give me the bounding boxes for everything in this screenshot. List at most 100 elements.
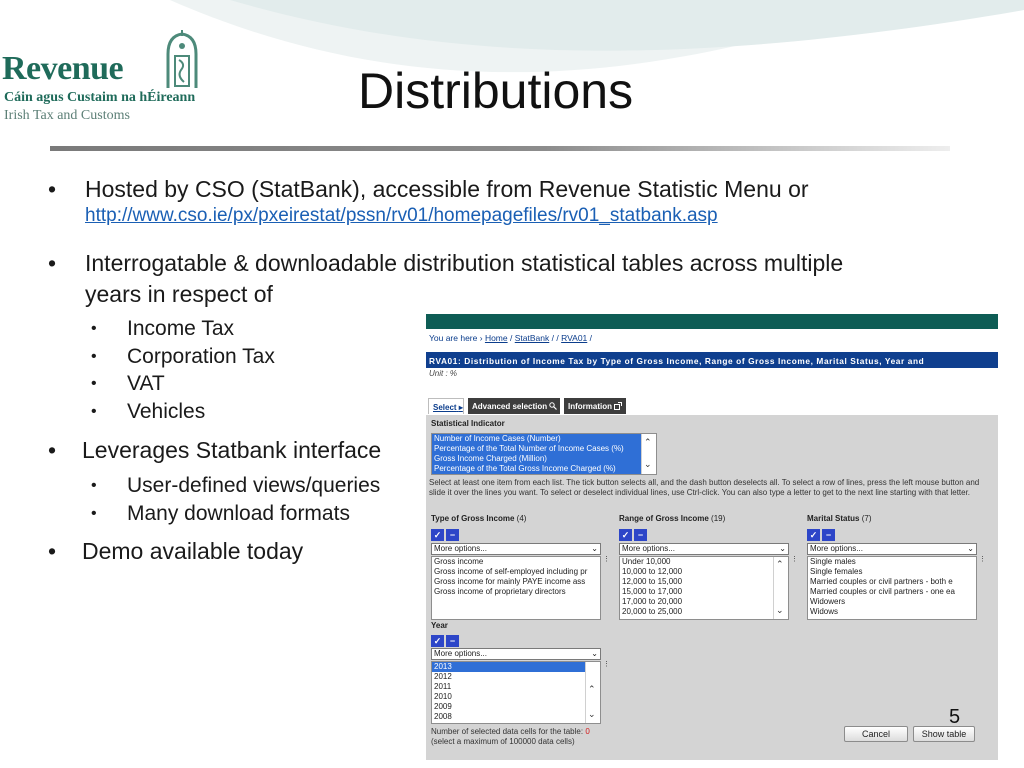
range-of-gross-income-list[interactable]: Under 10,000 10,000 to 12,000 12,000 to … [619, 556, 789, 620]
select-all-check-icon[interactable]: ✓ [431, 635, 444, 647]
list-scrollbar[interactable]: ⌃ ⌄ [641, 434, 656, 474]
chevron-down-icon[interactable]: ⌄ [776, 605, 784, 615]
variable-count: (4) [516, 514, 527, 523]
sub-bullet-vat: • VAT [91, 372, 165, 396]
variable-count: (7) [861, 514, 872, 523]
list-item[interactable]: Under 10,000 [620, 557, 788, 567]
bullet-leverages: • Leverages Statbank interface [48, 437, 381, 464]
grip-glyph: ⋮ [603, 661, 610, 668]
chevron-up-icon[interactable]: ⌃ [588, 684, 596, 694]
list-item[interactable]: Married couples or civil partners - both… [808, 577, 976, 587]
grip-glyph: ⋮ [791, 556, 798, 563]
list-item[interactable]: Gross income for mainly PAYE income ass [432, 577, 600, 587]
bullet-dot: • [48, 437, 57, 463]
chevron-up-icon[interactable]: ⌃ [776, 559, 784, 569]
dropdown-value: More options... [434, 649, 487, 658]
year-list[interactable]: 2013 2012 2011 2010 2009 2008 ⌃ ⌄ [431, 661, 601, 724]
chevron-down-icon: ⌄ [779, 544, 786, 553]
list-item[interactable]: Percentage of the Total Gross Income Cha… [432, 464, 656, 474]
statistical-indicator-list[interactable]: Number of Income Cases (Number) Percenta… [431, 433, 657, 475]
list-item[interactable]: Single females [808, 567, 976, 577]
select-all-check-icon[interactable]: ✓ [807, 529, 820, 541]
tab-select[interactable]: Select ▸ [428, 398, 464, 414]
select-all-check-icon[interactable]: ✓ [431, 529, 444, 541]
bullet-text: Hosted by CSO (StatBank), accessible fro… [85, 176, 809, 202]
resize-grip-icon[interactable]: ⋮ [603, 556, 610, 563]
dropdown-value: More options... [434, 544, 487, 553]
list-item[interactable]: Single males [808, 557, 976, 567]
sub-bullet-text: Income Tax [127, 317, 234, 340]
chevron-down-icon[interactable]: ⌄ [644, 459, 652, 469]
list-item[interactable]: Number of Income Cases (Number) [432, 434, 656, 444]
type-of-gross-income-list[interactable]: Gross income Gross income of self-employ… [431, 556, 601, 620]
more-options-dropdown[interactable]: More options... ⌄ [431, 648, 601, 660]
list-scrollbar[interactable]: ⌃ ⌄ [585, 662, 600, 723]
list-item[interactable]: 2011 [432, 682, 600, 692]
tab-advanced-label: Advanced selection [472, 402, 548, 411]
list-item[interactable]: 2008 [432, 712, 600, 722]
list-item[interactable]: Married couples or civil partners - one … [808, 587, 976, 597]
breadcrumb-home[interactable]: Home [485, 333, 508, 343]
list-item[interactable]: Gross income [432, 557, 600, 567]
list-item[interactable]: 10,000 to 12,000 [620, 567, 788, 577]
chevron-down-icon[interactable]: ⌄ [588, 709, 596, 719]
breadcrumb-separator: / [510, 333, 513, 343]
slide-title: Distributions [358, 63, 634, 119]
selected-cells-count: 0 [585, 727, 590, 736]
list-item[interactable]: Gross income of proprietary directors [432, 587, 600, 597]
bullet-text: Interrogatable & downloadable distributi… [85, 250, 844, 276]
list-item[interactable]: 15,000 to 17,000 [620, 587, 788, 597]
deselect-all-dash-icon[interactable]: − [822, 529, 835, 541]
sub-bullet-text: VAT [127, 372, 165, 395]
deselect-all-dash-icon[interactable]: − [446, 529, 459, 541]
sub-bullet-text: User-defined views/queries [127, 474, 381, 497]
deselect-all-dash-icon[interactable]: − [446, 635, 459, 647]
list-item[interactable]: Widowers [808, 597, 976, 607]
external-window-icon [614, 402, 623, 410]
list-item[interactable]: Percentage of the Total Number of Income… [432, 444, 656, 454]
marital-status-list[interactable]: Single males Single females Married coup… [807, 556, 977, 620]
list-item[interactable]: Gross income of self-employed including … [432, 567, 600, 577]
sub-bullet-text: Many download formats [127, 502, 350, 525]
breadcrumb-statbank[interactable]: StatBank [515, 333, 550, 343]
list-item[interactable]: 17,000 to 20,000 [620, 597, 788, 607]
list-item[interactable]: Widows [808, 607, 976, 617]
bullet-dot: • [91, 320, 97, 337]
show-table-button[interactable]: Show table [913, 726, 975, 742]
resize-grip-icon[interactable]: ⋮ [603, 661, 610, 668]
unit-label: Unit : % [429, 369, 458, 378]
variable-label-text: Marital Status [807, 514, 860, 523]
resize-grip-icon[interactable]: ⋮ [791, 556, 798, 563]
more-options-dropdown[interactable]: More options... ⌄ [619, 543, 789, 555]
dropdown-value: More options... [810, 544, 863, 553]
list-scrollbar[interactable]: ⌃ ⌄ [773, 557, 788, 619]
list-item[interactable]: 2012 [432, 672, 600, 682]
bullet-hosted: • Hosted by CSO (StatBank), accessible f… [48, 176, 809, 203]
list-item[interactable]: 2010 [432, 692, 600, 702]
list-item[interactable]: 12,000 to 15,000 [620, 577, 788, 587]
bullet-text: Demo available today [82, 538, 304, 564]
revenue-logo: Revenue Cáin agus Custaim na hÉireann Ir… [2, 28, 207, 128]
list-item[interactable]: 20,000 to 25,000 [620, 607, 788, 617]
grip-glyph: ⋮ [603, 556, 610, 563]
list-item[interactable]: 2009 [432, 702, 600, 712]
deselect-all-dash-icon[interactable]: − [634, 529, 647, 541]
tab-advanced-selection[interactable]: Advanced selection [468, 398, 560, 414]
list-item-selected[interactable]: 2013 [432, 662, 600, 672]
more-options-dropdown[interactable]: More options... ⌄ [807, 543, 977, 555]
bullet-dot: • [48, 250, 57, 276]
bullet-dot: • [91, 477, 97, 494]
chevron-up-icon[interactable]: ⌃ [644, 437, 652, 447]
select-all-check-icon[interactable]: ✓ [619, 529, 632, 541]
breadcrumb-table[interactable]: RVA01 [561, 333, 587, 343]
statbank-link[interactable]: http://www.cso.ie/px/pxeirestat/pssn/rv0… [85, 205, 718, 227]
select-buttons: ✓ − [431, 635, 601, 647]
variable-label-text: Year [431, 621, 448, 630]
cancel-button[interactable]: Cancel [844, 726, 908, 742]
resize-grip-icon[interactable]: ⋮ [979, 556, 986, 563]
tab-information[interactable]: Information [564, 398, 626, 414]
chevron-down-icon: ⌄ [967, 544, 974, 553]
more-options-dropdown[interactable]: More options... ⌄ [431, 543, 601, 555]
bullet-dot: • [91, 375, 97, 392]
list-item[interactable]: Gross Income Charged (Million) [432, 454, 656, 464]
